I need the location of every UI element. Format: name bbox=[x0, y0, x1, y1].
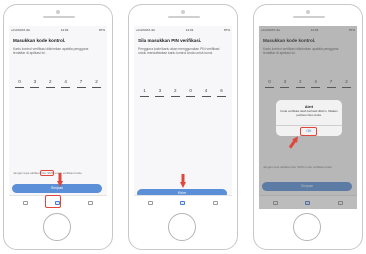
page-title: Masukkan kode kontrol. bbox=[13, 38, 66, 43]
code-input[interactable]: 0 3 2 4 7 2 bbox=[15, 77, 101, 88]
phone-frame-1: ••ll AXIATA 4G 14:03 87% Masukkan kode k… bbox=[3, 4, 113, 250]
screen-1: ••ll AXIATA 4G 14:03 87% Masukkan kode k… bbox=[9, 26, 107, 209]
pin-digit-box[interactable]: 0 bbox=[186, 86, 196, 97]
camera-dot bbox=[56, 10, 60, 14]
speaker-slot bbox=[293, 16, 325, 18]
pin-digit-box[interactable]: 4 bbox=[201, 86, 211, 97]
highlight-box bbox=[300, 127, 317, 136]
arrow-down-icon bbox=[180, 174, 186, 188]
highlight-box bbox=[45, 195, 61, 208]
carrier-label: ••ll AXIATA 4G bbox=[11, 28, 30, 32]
alert-message: Kode verifikasi telah berhasil dikirim. … bbox=[280, 109, 338, 117]
card-icon bbox=[180, 200, 186, 205]
home-button[interactable] bbox=[168, 213, 196, 241]
code-digit-box[interactable]: 2 bbox=[91, 77, 101, 88]
tab-settings[interactable] bbox=[86, 199, 95, 206]
screen-3: ••ll AXIATA 4G 14:03 87% Masukkan kode k… bbox=[259, 26, 357, 209]
camera-dot bbox=[306, 10, 310, 14]
code-digit-box[interactable]: 7 bbox=[76, 77, 86, 88]
tab-bar bbox=[134, 195, 232, 209]
battery-label: 87% bbox=[98, 28, 105, 32]
settings-icon bbox=[213, 200, 219, 205]
pin-input[interactable]: 1 3 2 0 4 6 bbox=[140, 86, 226, 97]
status-bar: ••ll AXIATA 4G 14:03 87% bbox=[136, 28, 230, 33]
code-digit-box[interactable]: 3 bbox=[30, 77, 40, 88]
phone-frame-2: ••ll AXIATA 4G 14:03 87% Sila masukkan P… bbox=[128, 4, 238, 250]
camera-dot bbox=[181, 10, 185, 14]
speaker-slot bbox=[43, 16, 75, 18]
pin-digit-box[interactable]: 6 bbox=[216, 86, 226, 97]
home-icon bbox=[22, 200, 28, 205]
pin-digit-box[interactable]: 3 bbox=[155, 86, 165, 97]
highlight-box bbox=[40, 170, 54, 176]
battery-label: 87% bbox=[223, 28, 230, 32]
pin-digit-box[interactable]: 2 bbox=[170, 86, 180, 97]
status-bar: ••ll AXIATA 4G 14:03 87% bbox=[11, 28, 105, 33]
clock-label: 14:03 bbox=[185, 28, 194, 32]
settings-icon bbox=[88, 200, 94, 205]
screen-2: ••ll AXIATA 4G 14:03 87% Sila masukkan P… bbox=[134, 26, 232, 209]
tab-card[interactable] bbox=[178, 199, 187, 206]
page-title: Sila masukkan PIN verifikasi. bbox=[138, 38, 202, 43]
home-button[interactable] bbox=[293, 213, 321, 241]
code-digit-box[interactable]: 0 bbox=[15, 77, 24, 88]
tab-settings[interactable] bbox=[211, 199, 220, 206]
carrier-label: ••ll AXIATA 4G bbox=[136, 28, 155, 32]
arrow-down-icon bbox=[57, 173, 63, 187]
home-icon bbox=[147, 200, 153, 205]
home-button[interactable] bbox=[43, 213, 71, 241]
pin-digit-box[interactable]: 1 bbox=[140, 86, 149, 97]
instructions-text: Pengguna kode/kartu akan menggunakan PIN… bbox=[138, 47, 220, 55]
code-digit-box[interactable]: 2 bbox=[45, 77, 55, 88]
clock-label: 14:03 bbox=[60, 28, 69, 32]
phone-frame-3: ••ll AXIATA 4G 14:03 87% Masukkan kode k… bbox=[253, 4, 363, 250]
speaker-slot bbox=[168, 16, 200, 18]
code-digit-box[interactable]: 4 bbox=[61, 77, 71, 88]
instructions-text: Kartu kontrol verifikasi dikirimkan apab… bbox=[13, 47, 89, 55]
tab-home[interactable] bbox=[146, 199, 155, 206]
tab-home[interactable] bbox=[21, 199, 30, 206]
